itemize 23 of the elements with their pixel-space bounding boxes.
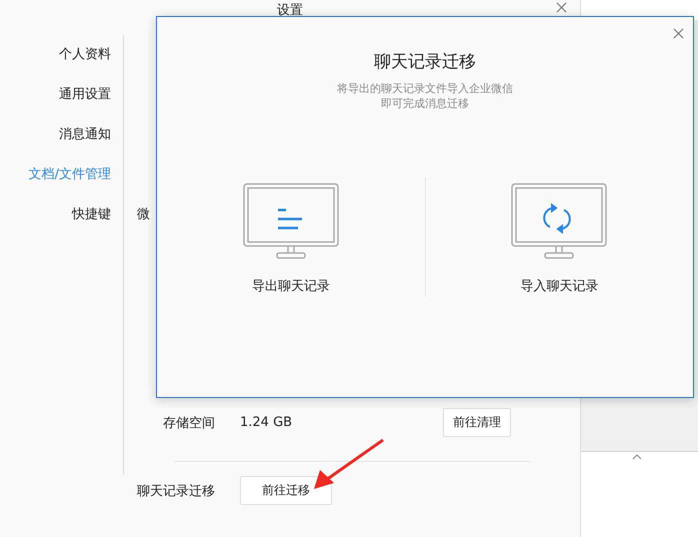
close-button[interactable] — [673, 28, 685, 40]
storage-value: 1.24 GB — [240, 415, 294, 430]
clean-button[interactable]: 前往清理 — [443, 408, 511, 437]
storage-label: 存储空间 — [163, 414, 216, 432]
migrate-button[interactable]: 前往迁移 — [240, 476, 332, 505]
option-label[interactable]: 导出聊天记录 — [252, 277, 330, 295]
sidebar-item[interactable]: 快捷键 — [72, 195, 123, 235]
monitor-icon[interactable] — [511, 183, 608, 259]
dialog-title: 聊天记录迁移 — [374, 51, 476, 73]
collapse-icon — [632, 454, 642, 460]
sidebar-item[interactable]: 通用设置 — [59, 75, 123, 115]
option-label[interactable]: 导入聊天记录 — [520, 277, 598, 295]
close-icon — [556, 2, 567, 13]
sidebar-item[interactable]: 消息通知 — [59, 115, 123, 155]
close-icon — [673, 28, 684, 39]
setting-label: 微 — [137, 206, 150, 224]
dialog-subtitle: 即可完成消息迁移 — [381, 96, 469, 111]
sidebar-item[interactable]: 文档/文件管理 — [28, 155, 123, 195]
migration-label: 聊天记录迁移 — [137, 482, 216, 500]
sidebar-item[interactable]: 个人资料 — [59, 35, 123, 75]
dialog-subtitle: 将导出的聊天记录文件导入企业微信 — [337, 81, 513, 96]
window-title: 设置 — [277, 2, 303, 19]
monitor-icon[interactable] — [242, 183, 339, 259]
